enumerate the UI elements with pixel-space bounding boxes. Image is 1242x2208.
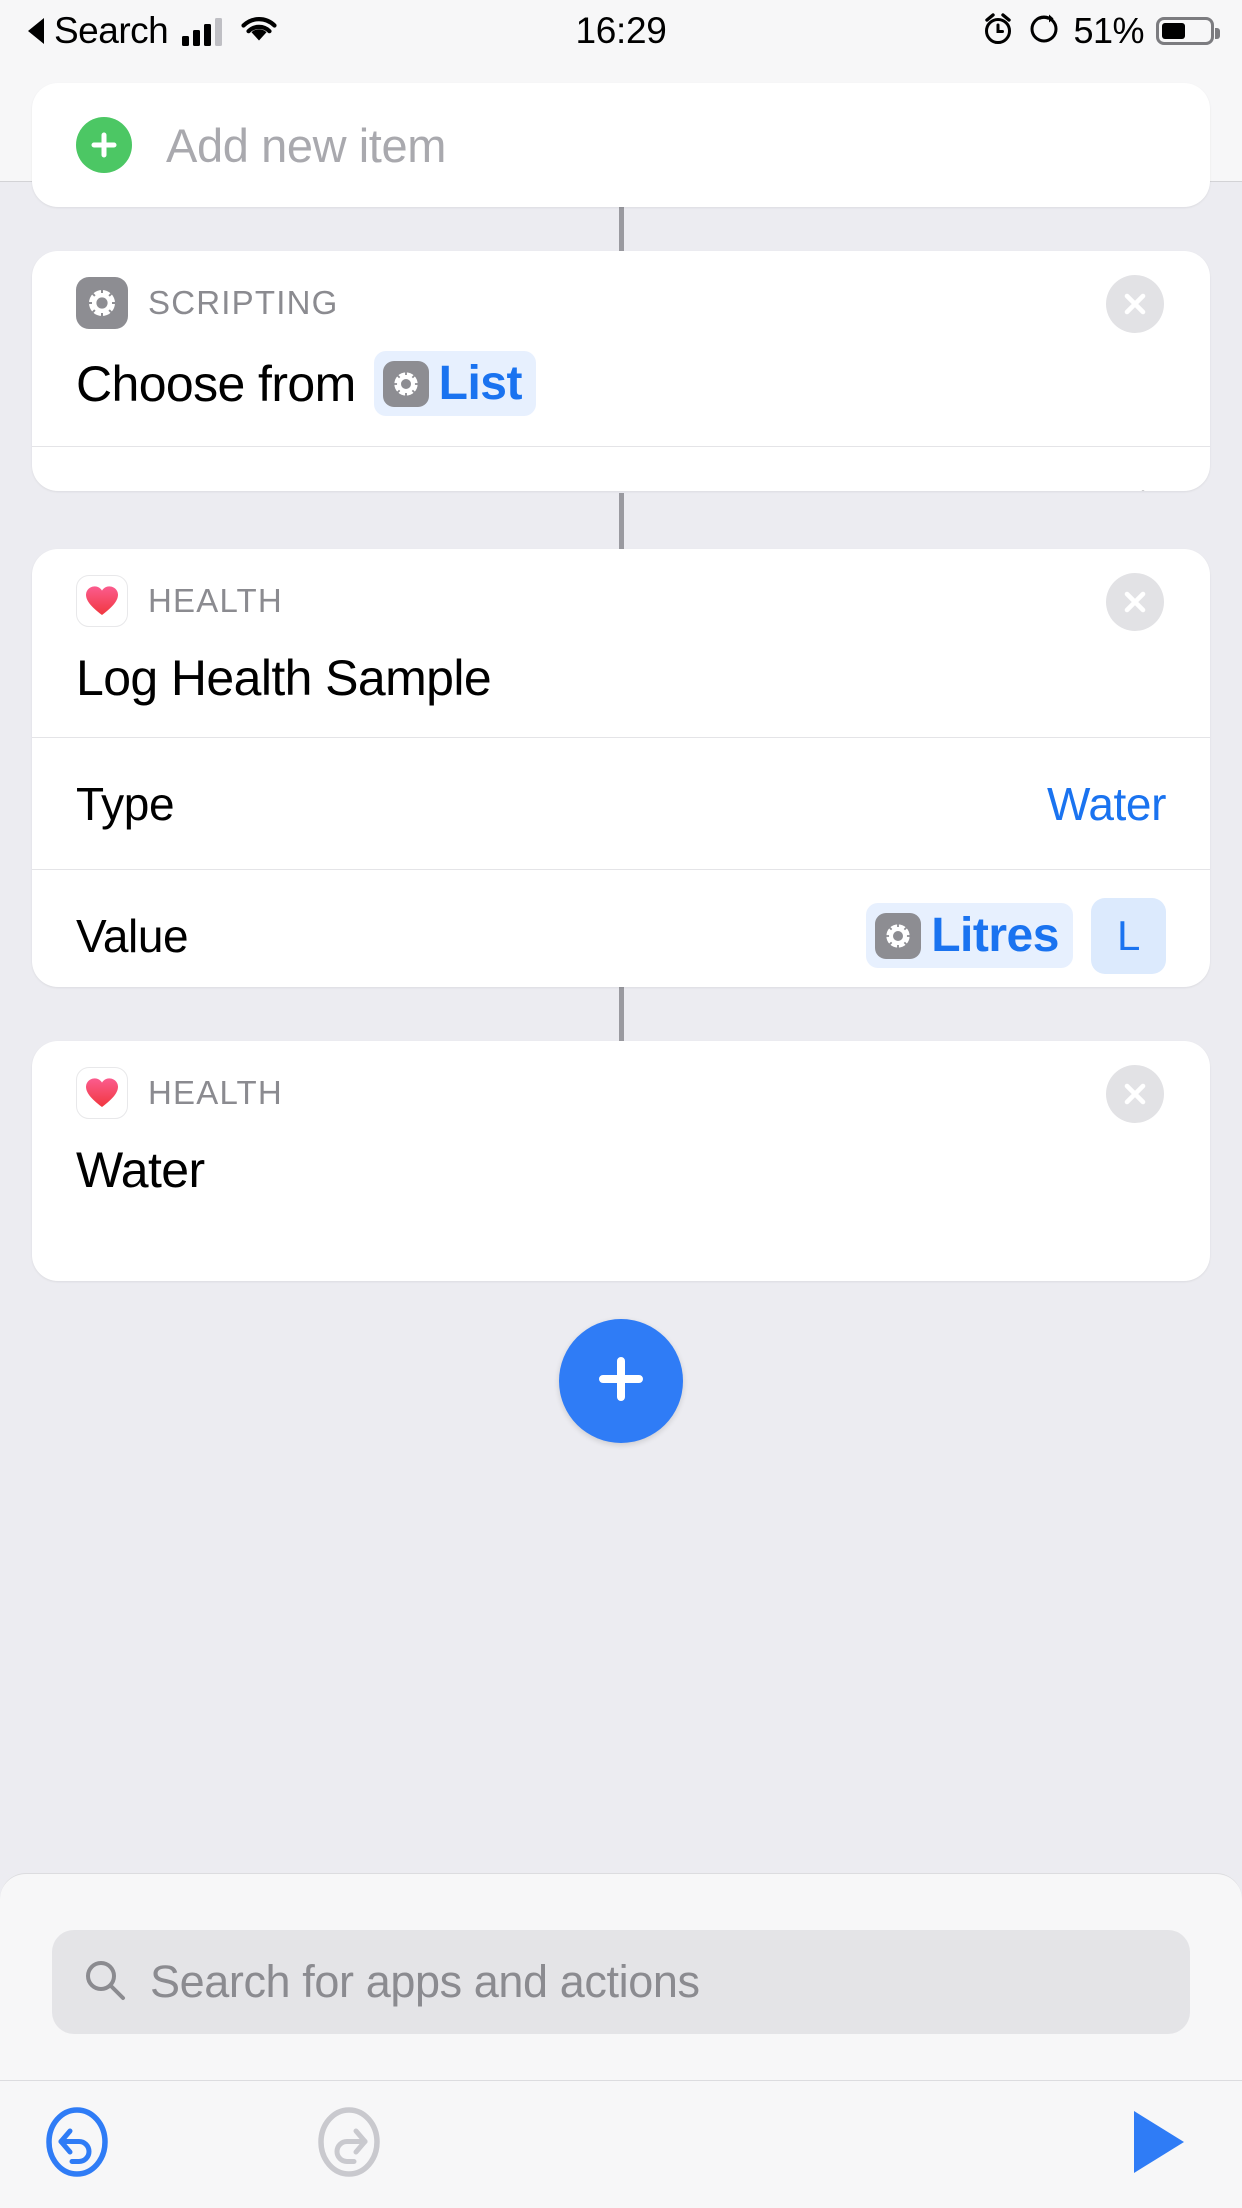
card-water-output[interactable]: HEALTH Water [32, 1041, 1210, 1281]
connector-line [619, 203, 624, 257]
gear-icon [382, 360, 429, 407]
variable-token-label: List [438, 357, 523, 410]
parameter-label: Value [76, 909, 189, 962]
parameter-value-group: Litres L [866, 897, 1166, 974]
play-icon[interactable] [1126, 2106, 1190, 2183]
rotation-lock-icon [1027, 12, 1061, 51]
card-log-health-sample[interactable]: HEALTH Log Health Sample Type Water Valu… [32, 549, 1210, 987]
shortcuts-editor-screen: Search 16:29 51% Add new item SCRIPTING … [0, 0, 1242, 2208]
plus-icon [592, 1350, 650, 1413]
close-circle-icon[interactable] [1106, 573, 1164, 631]
undo-icon[interactable] [38, 2103, 116, 2186]
actions-scroll-area[interactable]: Add new item SCRIPTING Choose from List … [0, 83, 1242, 1873]
battery-percent-label: 51% [1073, 10, 1144, 51]
card-header: SCRIPTING [32, 251, 1210, 333]
close-circle-icon[interactable] [1106, 275, 1164, 333]
variable-token-label: Litres [931, 909, 1059, 962]
action-title-text: Water [76, 1142, 205, 1198]
parameter-row-value[interactable]: Value Litres L [32, 869, 1210, 987]
add-new-item-label: Add new item [166, 118, 446, 172]
add-action-fab[interactable] [559, 1319, 683, 1443]
show-more-row[interactable]: Show More [32, 446, 1210, 491]
card-category-label: HEALTH [148, 1074, 283, 1111]
search-icon [82, 1957, 128, 2008]
action-title[interactable]: Water [32, 1119, 1210, 1229]
card-header: HEALTH [32, 1041, 1210, 1123]
alarm-clock-icon [981, 12, 1015, 51]
battery-icon [1156, 17, 1220, 45]
chevron-right-icon [1138, 488, 1166, 491]
parameter-value[interactable]: Water [1047, 777, 1166, 831]
parameter-label: Type [76, 777, 175, 830]
close-circle-icon[interactable] [1106, 1065, 1164, 1123]
gear-icon [76, 277, 128, 329]
card-category-label: HEALTH [148, 582, 283, 619]
add-new-item-row[interactable]: Add new item [32, 83, 1210, 207]
card-add-new-item[interactable]: Add new item [32, 83, 1210, 207]
show-more-label: Show More [76, 488, 305, 492]
status-bar-right: 51% [981, 10, 1220, 52]
heart-icon [76, 575, 128, 627]
action-title-text: Log Health Sample [76, 650, 492, 706]
connector-line [619, 983, 624, 1041]
parameter-row-type[interactable]: Type Water [32, 737, 1210, 869]
action-title[interactable]: Log Health Sample [32, 627, 1210, 737]
bottom-panel: Search for apps and actions [0, 1873, 1242, 2208]
action-title[interactable]: Choose from List [32, 329, 1210, 446]
gear-icon [875, 912, 922, 959]
action-title-text: Choose from [76, 355, 356, 412]
plus-circle-icon[interactable] [76, 117, 132, 173]
variable-token-list[interactable]: List [373, 351, 536, 416]
redo-icon [310, 2103, 388, 2186]
card-choose-from-list[interactable]: SCRIPTING Choose from List [32, 251, 1210, 491]
editor-toolbar [0, 2080, 1242, 2208]
unit-chip[interactable]: L [1090, 897, 1166, 974]
status-bar: Search 16:29 51% [0, 0, 1242, 62]
card-category-label: SCRIPTING [148, 284, 339, 321]
variable-token-litres[interactable]: Litres [866, 903, 1073, 968]
heart-icon [76, 1067, 128, 1119]
search-placeholder: Search for apps and actions [150, 1956, 700, 2007]
card-header: HEALTH [32, 549, 1210, 631]
connector-line [619, 493, 624, 551]
search-input[interactable]: Search for apps and actions [52, 1930, 1190, 2034]
